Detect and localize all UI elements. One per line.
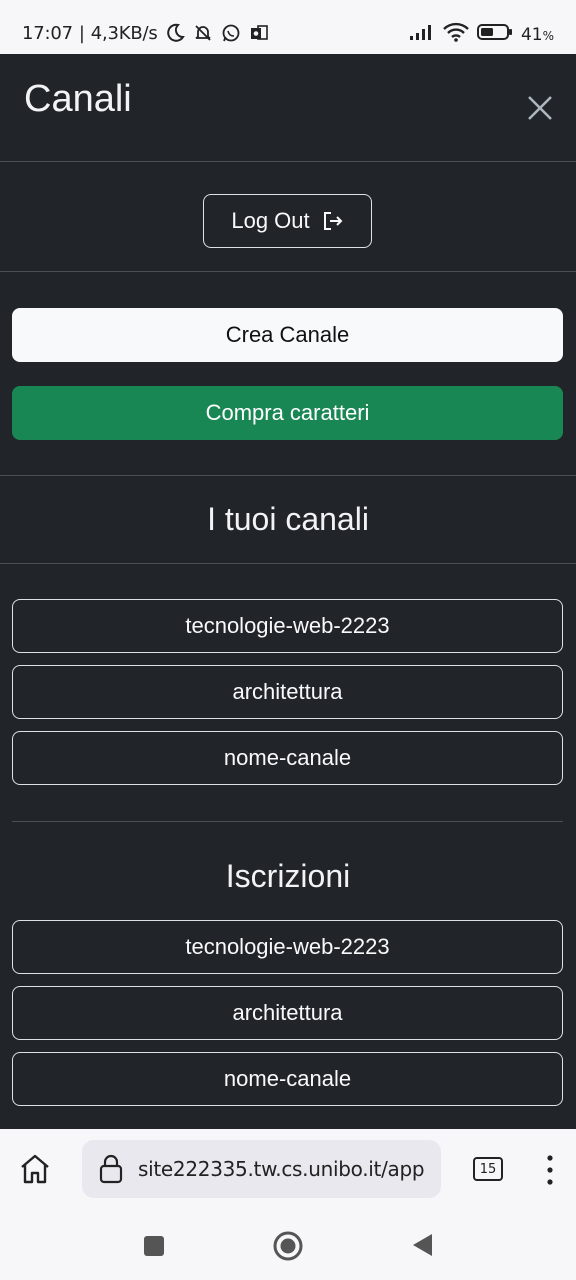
home-icon (21, 1154, 49, 1184)
logout-icon (323, 212, 343, 230)
my-channel-item[interactable]: architettura (12, 665, 563, 719)
close-icon (528, 96, 552, 120)
battery-icon (476, 23, 513, 46)
close-button[interactable] (524, 92, 556, 124)
my-channels-title: I tuoi canali (207, 501, 369, 537)
subscription-item[interactable]: nome-canale (12, 1052, 563, 1106)
browser-toolbar: site222335.tw.cs.unibo.it/app 15 (0, 1129, 576, 1210)
system-nav-bar (0, 1210, 576, 1280)
offcanvas-header: Canali (0, 54, 576, 162)
bell-muted-icon (192, 22, 214, 44)
back-triangle-icon (413, 1234, 432, 1256)
circle-icon (273, 1231, 303, 1261)
battery-percent: 41 (520, 24, 543, 45)
page-title: Canali (24, 78, 132, 120)
home-button[interactable] (18, 1153, 52, 1185)
my-channel-item[interactable]: nome-canale (12, 731, 563, 785)
status-separator: | (78, 22, 85, 44)
square-icon (144, 1236, 164, 1256)
logout-button[interactable]: Log Out (203, 194, 372, 248)
status-right: 41% (409, 22, 554, 47)
tab-count: 15 (479, 1161, 497, 1177)
actions-section: Crea Canale Compra caratteri (0, 273, 576, 476)
address-bar[interactable]: site222335.tw.cs.unibo.it/app (82, 1140, 441, 1198)
lock-icon (98, 1154, 124, 1184)
my-channels-header: I tuoi canali (0, 477, 576, 564)
buy-characters-button[interactable]: Compra caratteri (12, 386, 563, 440)
subscription-item[interactable]: architettura (12, 986, 563, 1040)
status-left: 17:07 | 4,3KB/s (22, 22, 270, 44)
whatsapp-icon (220, 22, 242, 44)
menu-button[interactable] (540, 1153, 560, 1187)
signal-icon (409, 23, 435, 46)
more-vertical-icon (547, 1155, 553, 1185)
subscription-item[interactable]: tecnologie-web-2223 (12, 920, 563, 974)
subscriptions-title: Iscrizioni (225, 858, 351, 894)
wifi-icon (443, 22, 469, 47)
status-bar: 17:07 | 4,3KB/s 41% (0, 0, 576, 54)
battery-unit: % (542, 28, 554, 43)
status-network-speed: 4,3KB/s (90, 22, 158, 44)
section-divider (12, 821, 563, 822)
back-button[interactable] (410, 1232, 434, 1258)
status-time: 17:07 (22, 22, 73, 44)
battery-level: 41% (521, 25, 554, 45)
recents-button[interactable] (143, 1235, 165, 1257)
tabs-button[interactable]: 15 (473, 1157, 503, 1181)
my-channel-item[interactable]: tecnologie-web-2223 (12, 599, 563, 653)
url-text: site222335.tw.cs.unibo.it/app (138, 1157, 425, 1181)
home-nav-button[interactable] (272, 1230, 304, 1262)
create-channel-button[interactable]: Crea Canale (12, 308, 563, 362)
logout-section: Log Out (0, 163, 576, 272)
outlook-icon (248, 22, 270, 44)
moon-icon (164, 22, 186, 44)
logout-label: Log Out (231, 208, 310, 233)
